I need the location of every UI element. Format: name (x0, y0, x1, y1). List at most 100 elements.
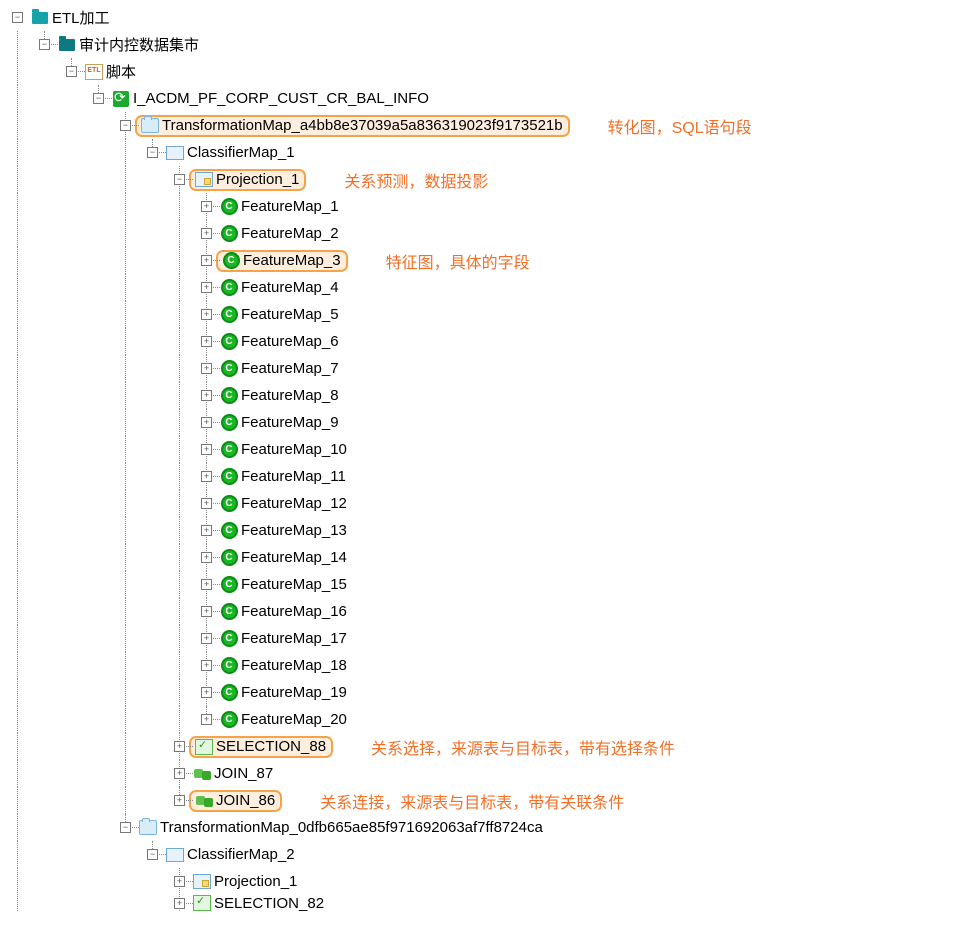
feature-icon: C (220, 657, 238, 675)
tree-node-script[interactable]: − ETL 脚本 (4, 58, 980, 85)
tree-node-feature-map[interactable]: +CFeatureMap_10 (4, 436, 980, 463)
toggle-icon[interactable]: + (174, 876, 185, 887)
tree-node-classifier-map[interactable]: − ClassifierMap_2 (4, 841, 980, 868)
tree-node-label: FeatureMap_8 (240, 387, 340, 404)
toggle-icon[interactable]: + (201, 309, 212, 320)
tree-node-feature-map[interactable]: +CFeatureMap_11 (4, 463, 980, 490)
tree-node-feature-map[interactable]: +CFeatureMap_19 (4, 679, 980, 706)
toggle-icon[interactable]: − (39, 39, 50, 50)
toggle-icon[interactable]: + (201, 228, 212, 239)
toggle-icon[interactable]: − (12, 12, 23, 23)
tree-node-label: ETL加工 (51, 7, 111, 28)
toggle-icon[interactable]: − (147, 147, 158, 158)
toggle-icon[interactable]: + (174, 795, 185, 806)
toggle-icon[interactable]: − (174, 174, 185, 185)
toggle-icon[interactable]: + (201, 255, 212, 266)
tree-node-label: FeatureMap_18 (240, 657, 348, 674)
tree-node-feature-map[interactable]: +CFeatureMap_1 (4, 193, 980, 220)
tree-node-label: 审计内控数据集市 (78, 34, 200, 55)
toggle-icon[interactable]: + (201, 417, 212, 428)
tree-node-label: TransformationMap_0dfb665ae85f971692063a… (159, 819, 544, 836)
join-icon (193, 765, 211, 783)
tree-node-label: TransformationMap_a4bb8e37039a5a83631902… (161, 117, 564, 134)
tree-node-classifier-map[interactable]: − ClassifierMap_1 (4, 139, 980, 166)
tree-node-feature-map[interactable]: +CFeatureMap_3特征图，具体的字段 (4, 247, 980, 274)
toggle-icon[interactable]: + (174, 898, 185, 909)
toggle-icon[interactable]: + (201, 714, 212, 725)
tree-node-label: FeatureMap_11 (240, 468, 347, 485)
feature-icon: C (220, 387, 238, 405)
tree-node-feature-map[interactable]: + CFeatureMap_18 (4, 652, 980, 679)
toggle-icon[interactable]: + (201, 471, 212, 482)
tree-node-feature-map[interactable]: + CFeatureMap_20 (4, 706, 980, 733)
folder-icon (58, 36, 76, 54)
tree-node-projection[interactable]: − Projection_1 关系预测，数据投影 (4, 166, 980, 193)
tree-node-feature-map[interactable]: +CFeatureMap_6 (4, 328, 980, 355)
annotation-text: 关系选择，来源表与目标表，带有选择条件 (371, 735, 675, 759)
tree-node-feature-map[interactable]: +CFeatureMap_17 (4, 625, 980, 652)
tree-node-feature-map[interactable]: + CFeatureMap_8 (4, 382, 980, 409)
tree-node-feature-map[interactable]: +CFeatureMap_12 (4, 490, 980, 517)
tree-node-feature-map[interactable]: +CFeatureMap_2 (4, 220, 980, 247)
tree-node-feature-map[interactable]: +CFeatureMap_9 (4, 409, 980, 436)
tree-node-label: FeatureMap_19 (240, 684, 348, 701)
highlight-box: Projection_1 (189, 169, 306, 191)
tree-node-label: FeatureMap_10 (240, 441, 348, 458)
tree-node-selection[interactable]: + SELECTION_82 (4, 895, 980, 911)
toggle-icon[interactable]: + (201, 606, 212, 617)
toggle-icon[interactable]: + (201, 201, 212, 212)
selection-icon (195, 738, 213, 756)
toggle-icon[interactable]: − (93, 93, 104, 104)
feature-icon: C (220, 630, 238, 648)
toggle-icon[interactable]: + (201, 579, 212, 590)
tree-node-feature-map[interactable]: +CFeatureMap_4 (4, 274, 980, 301)
toggle-icon[interactable]: + (201, 687, 212, 698)
annotation-text: 转化图，SQL语句段 (608, 114, 752, 138)
feature-icon: C (220, 198, 238, 216)
tree-node-feature-map[interactable]: +CFeatureMap_7 (4, 355, 980, 382)
toggle-icon[interactable]: − (66, 66, 77, 77)
annotation-text: 关系预测，数据投影 (344, 168, 488, 192)
toggle-icon[interactable]: + (201, 660, 212, 671)
toggle-icon[interactable]: + (201, 363, 212, 374)
toggle-icon[interactable]: + (174, 741, 185, 752)
refresh-icon (112, 90, 130, 108)
feature-icon: C (220, 711, 238, 729)
feature-icon: C (220, 603, 238, 621)
tree-node-feature-map[interactable]: +CFeatureMap_13 (4, 517, 980, 544)
tree-node-root[interactable]: − ETL加工 (4, 4, 980, 31)
etl-icon: ETL (85, 63, 103, 81)
toggle-icon[interactable]: − (120, 120, 131, 131)
toggle-icon[interactable]: − (147, 849, 158, 860)
toggle-icon[interactable]: + (201, 633, 212, 644)
highlight-box: TransformationMap_a4bb8e37039a5a83631902… (135, 115, 570, 137)
tree-node-label: FeatureMap_20 (240, 711, 348, 728)
tree-node-label: FeatureMap_9 (240, 414, 340, 431)
tree-node-label: JOIN_86 (215, 792, 276, 809)
tree-node-feature-map[interactable]: +CFeatureMap_16 (4, 598, 980, 625)
toggle-icon[interactable]: + (201, 336, 212, 347)
highlight-box: SELECTION_88 (189, 736, 333, 758)
toggle-icon[interactable]: + (201, 444, 212, 455)
toggle-icon[interactable]: + (201, 498, 212, 509)
toggle-icon[interactable]: + (201, 525, 212, 536)
tree-node-selection[interactable]: + SELECTION_88 关系选择，来源表与目标表，带有选择条件 (4, 733, 980, 760)
tree-node-label: FeatureMap_12 (240, 495, 348, 512)
toggle-icon[interactable]: − (120, 822, 131, 833)
tree-node-join[interactable]: + JOIN_87 (4, 760, 980, 787)
tree-node-join[interactable]: + JOIN_86 关系连接，来源表与目标表，带有关联条件 (4, 787, 980, 814)
toggle-icon[interactable]: + (201, 552, 212, 563)
tree-node-feature-map[interactable]: +CFeatureMap_14 (4, 544, 980, 571)
tree-node-transformation-map[interactable]: − TransformationMap_0dfb665ae85f97169206… (4, 814, 980, 841)
tree-node-datamart[interactable]: − 审计内控数据集市 (4, 31, 980, 58)
feature-list: +CFeatureMap_1+CFeatureMap_2+CFeatureMap… (4, 193, 980, 733)
tree-node-transformation-map[interactable]: − TransformationMap_a4bb8e37039a5a836319… (4, 112, 980, 139)
toggle-icon[interactable]: + (201, 282, 212, 293)
toggle-icon[interactable]: + (174, 768, 185, 779)
toggle-icon[interactable]: + (201, 390, 212, 401)
tree-node-feature-map[interactable]: +CFeatureMap_15 (4, 571, 980, 598)
feature-icon: C (220, 306, 238, 324)
tree-node-job[interactable]: − I_ACDM_PF_CORP_CUST_CR_BAL_INFO (4, 85, 980, 112)
tree-node-projection[interactable]: + Projection_1 (4, 868, 980, 895)
tree-node-feature-map[interactable]: +CFeatureMap_5 (4, 301, 980, 328)
